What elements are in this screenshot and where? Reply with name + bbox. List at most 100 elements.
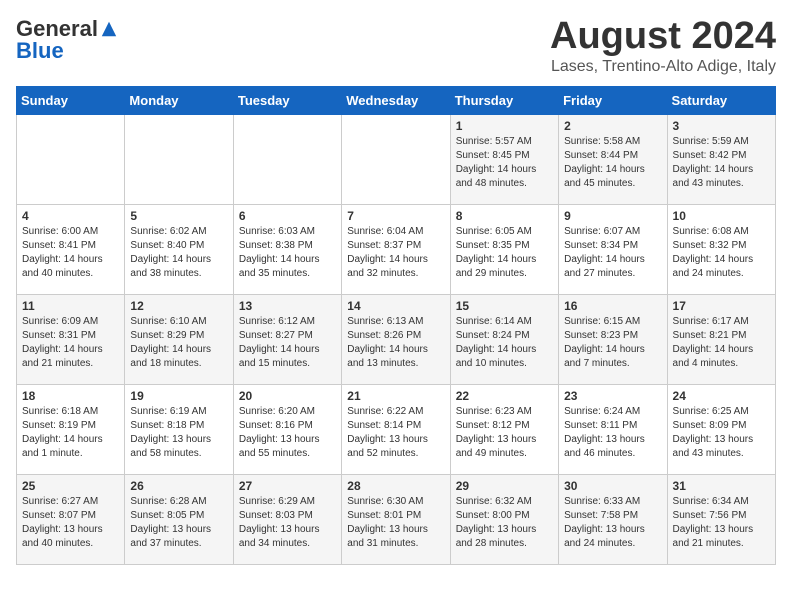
day-info: Sunrise: 6:10 AM Sunset: 8:29 PM Dayligh… [130, 315, 227, 371]
day-number: 27 [239, 479, 336, 493]
day-info: Sunrise: 6:02 AM Sunset: 8:40 PM Dayligh… [130, 225, 227, 281]
header-friday: Friday [559, 86, 667, 114]
header-tuesday: Tuesday [233, 86, 341, 114]
day-cell: 27 Sunrise: 6:29 AM Sunset: 8:03 PM Dayli… [233, 474, 341, 564]
location-title: Lases, Trentino-Alto Adige, Italy [550, 58, 776, 76]
day-number: 14 [347, 299, 444, 313]
day-cell: 24Sunrise: 6:25 AM Sunset: 8:09 PM Dayli… [667, 384, 775, 474]
day-number: 6 [239, 209, 336, 223]
day-number: 17 [673, 299, 770, 313]
day-cell: 3 Sunrise: 5:59 AM Sunset: 8:42 PM Daylig… [667, 114, 775, 204]
day-cell: 5 Sunrise: 6:02 AM Sunset: 8:40 PM Daylig… [125, 204, 233, 294]
day-info: Sunrise: 6:04 AM Sunset: 8:37 PM Dayligh… [347, 225, 444, 281]
day-cell: 12 Sunrise: 6:10 AM Sunset: 8:29 PM Dayli… [125, 294, 233, 384]
day-info: Sunrise: 6:30 AM Sunset: 8:01 PM Dayligh… [347, 495, 444, 551]
calendar-table: SundayMondayTuesdayWednesdayThursdayFrid… [16, 86, 776, 565]
day-info: Sunrise: 6:33 AM Sunset: 7:58 PM Dayligh… [564, 495, 661, 551]
day-number: 3 [673, 119, 770, 133]
header-row: SundayMondayTuesdayWednesdayThursdayFrid… [17, 86, 776, 114]
day-cell: 15 Sunrise: 6:14 AM Sunset: 8:24 PM Dayli… [450, 294, 558, 384]
day-info: Sunrise: 6:18 AM Sunset: 8:19 PM Dayligh… [22, 405, 119, 461]
day-number: 1 [456, 119, 553, 133]
day-cell: 19Sunrise: 6:19 AM Sunset: 8:18 PM Dayli… [125, 384, 233, 474]
day-number: 31 [673, 479, 770, 493]
logo-blue: Blue [16, 38, 64, 64]
day-info: Sunrise: 6:05 AM Sunset: 8:35 PM Dayligh… [456, 225, 553, 281]
day-info: Sunrise: 6:28 AM Sunset: 8:05 PM Dayligh… [130, 495, 227, 551]
day-number: 22 [456, 389, 553, 403]
day-info: Sunrise: 6:13 AM Sunset: 8:26 PM Dayligh… [347, 315, 444, 371]
day-cell: 22 Sunrise: 6:23 AM Sunset: 8:12 PM Dayli… [450, 384, 558, 474]
day-info: Sunrise: 6:14 AM Sunset: 8:24 PM Dayligh… [456, 315, 553, 371]
day-cell: 30 Sunrise: 6:33 AM Sunset: 7:58 PM Dayli… [559, 474, 667, 564]
header-sunday: Sunday [17, 86, 125, 114]
day-cell: 1 Sunrise: 5:57 AM Sunset: 8:45 PM Daylig… [450, 114, 558, 204]
day-number: 11 [22, 299, 119, 313]
day-info: Sunrise: 6:08 AM Sunset: 8:32 PM Dayligh… [673, 225, 770, 281]
day-info: Sunrise: 6:12 AM Sunset: 8:27 PM Dayligh… [239, 315, 336, 371]
logo-icon [100, 20, 118, 38]
day-info: Sunrise: 5:57 AM Sunset: 8:45 PM Dayligh… [456, 135, 553, 191]
week-row-4: 18 Sunrise: 6:18 AM Sunset: 8:19 PM Dayli… [17, 384, 776, 474]
day-cell: 21 Sunrise: 6:22 AM Sunset: 8:14 PM Dayli… [342, 384, 450, 474]
week-row-2: 4Sunrise: 6:00 AM Sunset: 8:41 PM Daylig… [17, 204, 776, 294]
logo: General Blue [16, 16, 118, 64]
day-cell: 17 Sunrise: 6:17 AM Sunset: 8:21 PM Dayli… [667, 294, 775, 384]
day-cell: 10 Sunrise: 6:08 AM Sunset: 8:32 PM Dayli… [667, 204, 775, 294]
day-number: 7 [347, 209, 444, 223]
day-info: Sunrise: 6:34 AM Sunset: 7:56 PM Dayligh… [673, 495, 770, 551]
day-cell: 6 Sunrise: 6:03 AM Sunset: 8:38 PM Daylig… [233, 204, 341, 294]
day-number: 18 [22, 389, 119, 403]
day-info: Sunrise: 6:23 AM Sunset: 8:12 PM Dayligh… [456, 405, 553, 461]
day-info: Sunrise: 6:03 AM Sunset: 8:38 PM Dayligh… [239, 225, 336, 281]
day-info: Sunrise: 6:17 AM Sunset: 8:21 PM Dayligh… [673, 315, 770, 371]
day-number: 15 [456, 299, 553, 313]
day-info: Sunrise: 6:32 AM Sunset: 8:00 PM Dayligh… [456, 495, 553, 551]
day-cell: 16 Sunrise: 6:15 AM Sunset: 8:23 PM Dayli… [559, 294, 667, 384]
day-number: 12 [130, 299, 227, 313]
day-cell: 2Sunrise: 5:58 AM Sunset: 8:44 PM Daylig… [559, 114, 667, 204]
day-number: 16 [564, 299, 661, 313]
header-monday: Monday [125, 86, 233, 114]
title-section: August 2024 Lases, Trentino-Alto Adige, … [550, 16, 776, 76]
day-number: 30 [564, 479, 661, 493]
day-number: 13 [239, 299, 336, 313]
day-number: 19 [130, 389, 227, 403]
day-number: 10 [673, 209, 770, 223]
day-number: 29 [456, 479, 553, 493]
day-number: 23 [564, 389, 661, 403]
day-number: 5 [130, 209, 227, 223]
day-cell: 28 Sunrise: 6:30 AM Sunset: 8:01 PM Dayli… [342, 474, 450, 564]
day-info: Sunrise: 5:59 AM Sunset: 8:42 PM Dayligh… [673, 135, 770, 191]
day-cell: 11 Sunrise: 6:09 AM Sunset: 8:31 PM Dayli… [17, 294, 125, 384]
day-info: Sunrise: 6:09 AM Sunset: 8:31 PM Dayligh… [22, 315, 119, 371]
day-cell [233, 114, 341, 204]
week-row-3: 11 Sunrise: 6:09 AM Sunset: 8:31 PM Dayli… [17, 294, 776, 384]
day-number: 8 [456, 209, 553, 223]
week-row-1: 1 Sunrise: 5:57 AM Sunset: 8:45 PM Daylig… [17, 114, 776, 204]
day-info: Sunrise: 5:58 AM Sunset: 8:44 PM Dayligh… [564, 135, 661, 191]
day-info: Sunrise: 6:07 AM Sunset: 8:34 PM Dayligh… [564, 225, 661, 281]
day-cell [17, 114, 125, 204]
day-cell: 31 Sunrise: 6:34 AM Sunset: 7:56 PM Dayli… [667, 474, 775, 564]
day-cell: 25Sunrise: 6:27 AM Sunset: 8:07 PM Dayli… [17, 474, 125, 564]
day-info: Sunrise: 6:00 AM Sunset: 8:41 PM Dayligh… [22, 225, 119, 281]
day-number: 20 [239, 389, 336, 403]
day-info: Sunrise: 6:22 AM Sunset: 8:14 PM Dayligh… [347, 405, 444, 461]
day-number: 21 [347, 389, 444, 403]
day-number: 28 [347, 479, 444, 493]
day-number: 24 [673, 389, 770, 403]
day-info: Sunrise: 6:24 AM Sunset: 8:11 PM Dayligh… [564, 405, 661, 461]
week-row-5: 25Sunrise: 6:27 AM Sunset: 8:07 PM Dayli… [17, 474, 776, 564]
day-cell: 13 Sunrise: 6:12 AM Sunset: 8:27 PM Dayli… [233, 294, 341, 384]
day-cell: 7 Sunrise: 6:04 AM Sunset: 8:37 PM Daylig… [342, 204, 450, 294]
day-number: 9 [564, 209, 661, 223]
day-number: 25 [22, 479, 119, 493]
day-cell: 18 Sunrise: 6:18 AM Sunset: 8:19 PM Dayli… [17, 384, 125, 474]
day-info: Sunrise: 6:29 AM Sunset: 8:03 PM Dayligh… [239, 495, 336, 551]
header-wednesday: Wednesday [342, 86, 450, 114]
day-cell: 23 Sunrise: 6:24 AM Sunset: 8:11 PM Dayli… [559, 384, 667, 474]
day-cell: 8 Sunrise: 6:05 AM Sunset: 8:35 PM Daylig… [450, 204, 558, 294]
day-info: Sunrise: 6:15 AM Sunset: 8:23 PM Dayligh… [564, 315, 661, 371]
day-cell [125, 114, 233, 204]
